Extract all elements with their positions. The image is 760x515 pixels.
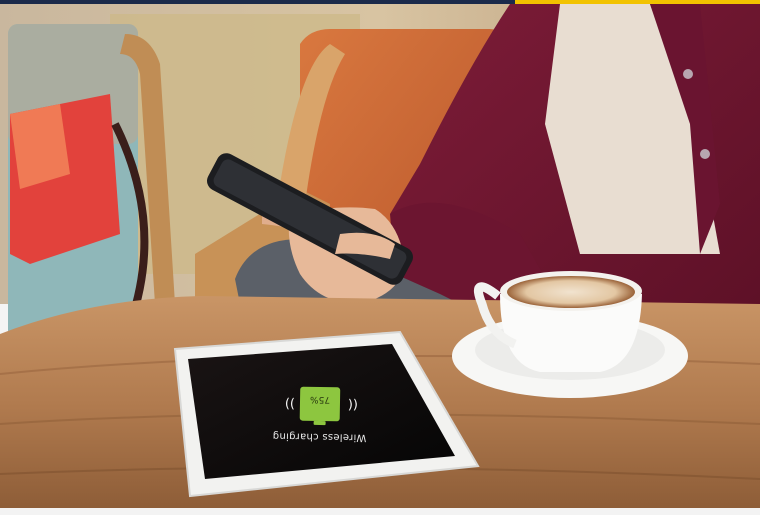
button-1 [683, 69, 693, 79]
wireless-signal-left-icon: (( [347, 396, 359, 412]
red-bag-highlight [10, 104, 70, 189]
battery-group: (( 75% )) [250, 368, 391, 426]
wireless-signal-right-icon: )) [284, 395, 296, 411]
button-2 [700, 149, 710, 159]
battery-percentage: 75% [309, 393, 331, 405]
photo-scene: Wireless charging (( 75% )) [0, 0, 760, 515]
battery-icon: 75% [299, 386, 341, 426]
cappuccino-foam [507, 276, 635, 308]
battery-terminal [313, 420, 326, 426]
bottom-strip [0, 508, 760, 515]
charging-display: Wireless charging (( 75% )) [249, 361, 390, 443]
